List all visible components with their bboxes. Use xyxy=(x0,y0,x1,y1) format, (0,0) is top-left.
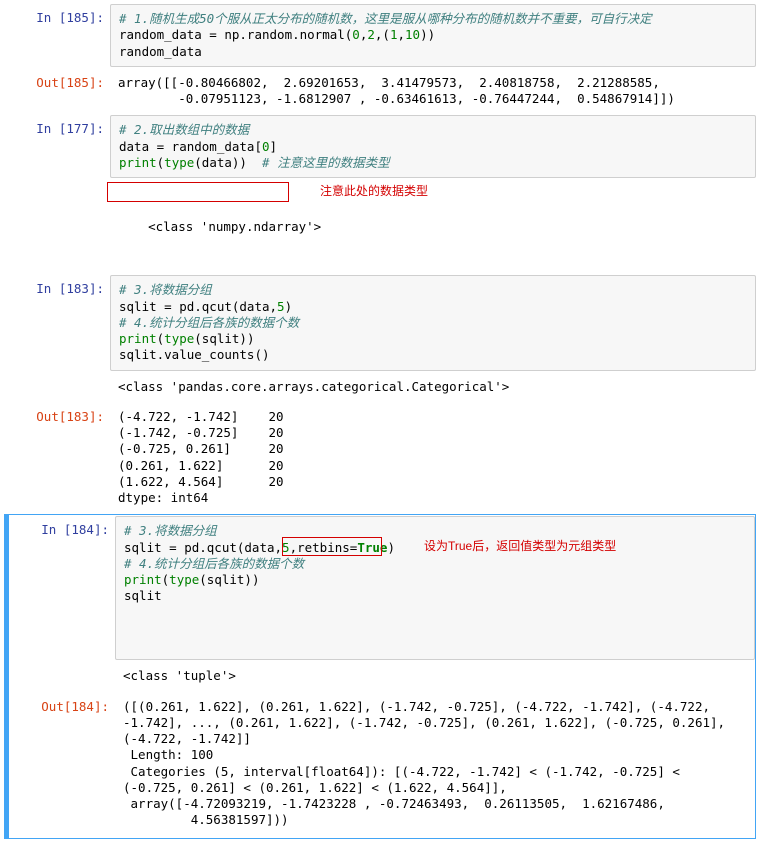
empty-prompt xyxy=(4,373,110,385)
cell-177-stdout: <class 'numpy.ndarray'> 注意此处的数据类型 xyxy=(4,180,756,273)
cell-185-input: In [185]: # 1.随机生成50个服从正太分布的随机数，这里是服从哪种分… xyxy=(4,4,756,67)
cell-185-output: Out[185]: array([[-0.80466802, 2.6920165… xyxy=(4,69,756,114)
comment: # 3.将数据分组 xyxy=(119,282,212,297)
code-area-183[interactable]: # 3.将数据分组 sqlit = pd.qcut(data,5) # 4.统计… xyxy=(110,275,756,370)
out-prompt-183: Out[183]: xyxy=(4,403,110,430)
code-line: random_data = np.random.normal(0,2,(1,10… xyxy=(119,27,435,42)
output-area-183: (-4.722, -1.742] 20 (-1.742, -0.725] 20 … xyxy=(110,403,756,513)
code-line: print(type(data)) # 注意这里的数据类型 xyxy=(119,155,390,170)
out-prompt-184: Out[184]: xyxy=(9,693,115,720)
cell-183-output: Out[183]: (-4.722, -1.742] 20 (-1.742, -… xyxy=(4,403,756,513)
cell-184-stdout: <class 'tuple'> xyxy=(9,662,755,690)
out-prompt-185: Out[185]: xyxy=(4,69,110,96)
comment: # 2.取出数组中的数据 xyxy=(119,122,249,137)
code-line: print(type(sqlit)) xyxy=(124,572,260,587)
in-prompt-185: In [185]: xyxy=(4,4,110,31)
code-line: sqlit = pd.qcut(data,5) xyxy=(119,299,292,314)
selected-cell-184: In [184]: # 3.将数据分组 sqlit = pd.qcut(data… xyxy=(4,514,756,838)
stdout-text: <class 'numpy.ndarray'> xyxy=(148,219,321,234)
code-line: sqlit xyxy=(124,588,162,603)
cell-184-input: In [184]: # 3.将数据分组 sqlit = pd.qcut(data… xyxy=(9,516,755,660)
comment: # 3.将数据分组 xyxy=(124,523,217,538)
code-area-177[interactable]: # 2.取出数组中的数据 data = random_data[0] print… xyxy=(110,115,756,178)
comment: # 4.统计分组后各族的数据个数 xyxy=(124,556,304,571)
code-area-185[interactable]: # 1.随机生成50个服从正太分布的随机数，这里是服从哪种分布的随机数并不重要，… xyxy=(110,4,756,67)
cell-184-output: Out[184]: ([(0.261, 1.622], (0.261, 1.62… xyxy=(9,693,755,835)
cell-183-stdout: <class 'pandas.core.arrays.categorical.C… xyxy=(4,373,756,401)
code-line: sqlit = pd.qcut(data,5,retbins=True) xyxy=(124,540,395,555)
annotation-box xyxy=(107,182,289,202)
output-area-184: ([(0.261, 1.622], (0.261, 1.622], (-1.74… xyxy=(115,693,755,835)
code-line: print(type(sqlit)) xyxy=(119,331,255,346)
in-prompt-177: In [177]: xyxy=(4,115,110,142)
in-prompt-184: In [184]: xyxy=(9,516,115,543)
output-area-185: array([[-0.80466802, 2.69201653, 3.41479… xyxy=(110,69,756,114)
in-prompt-183: In [183]: xyxy=(4,275,110,302)
stdout-area-177: <class 'numpy.ndarray'> 注意此处的数据类型 xyxy=(110,180,756,273)
code-line: data = random_data[0] xyxy=(119,139,277,154)
code-area-184[interactable]: # 3.将数据分组 sqlit = pd.qcut(data,5,retbins… xyxy=(115,516,755,660)
cell-183-input: In [183]: # 3.将数据分组 sqlit = pd.qcut(data… xyxy=(4,275,756,370)
comment: # 4.统计分组后各族的数据个数 xyxy=(119,315,299,330)
stdout-area-184: <class 'tuple'> xyxy=(115,662,755,690)
code-line: random_data xyxy=(119,44,202,59)
empty-prompt xyxy=(9,662,115,674)
code-line: sqlit.value_counts() xyxy=(119,347,270,362)
annotation-text: 设为True后，返回值类型为元组类型 xyxy=(424,539,616,555)
comment: # 1.随机生成50个服从正太分布的随机数，这里是服从哪种分布的随机数并不重要，… xyxy=(119,11,652,26)
stdout-area-183: <class 'pandas.core.arrays.categorical.C… xyxy=(110,373,756,401)
cell-177-input: In [177]: # 2.取出数组中的数据 data = random_dat… xyxy=(4,115,756,178)
annotation-text: 注意此处的数据类型 xyxy=(320,184,428,200)
empty-prompt xyxy=(4,180,110,192)
